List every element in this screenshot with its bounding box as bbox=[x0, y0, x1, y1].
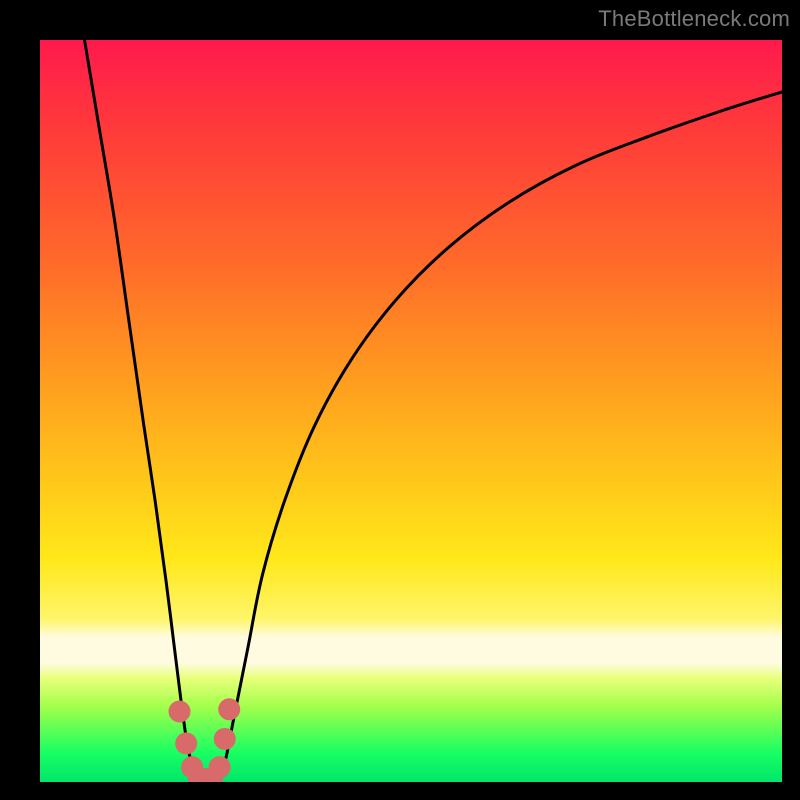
marker-dot bbox=[209, 756, 231, 778]
curve-layer bbox=[85, 40, 782, 782]
marker-dot bbox=[214, 728, 236, 750]
curve-right-branch bbox=[218, 92, 782, 782]
watermark-text: TheBottleneck.com bbox=[598, 6, 790, 32]
curve-left-branch bbox=[85, 40, 201, 782]
marker-dot bbox=[218, 698, 240, 720]
marker-dot bbox=[168, 701, 190, 723]
marker-layer bbox=[168, 698, 240, 782]
marker-dot bbox=[175, 732, 197, 754]
outer-frame: TheBottleneck.com bbox=[0, 0, 800, 800]
plot-area bbox=[40, 40, 782, 782]
chart-svg bbox=[40, 40, 782, 782]
